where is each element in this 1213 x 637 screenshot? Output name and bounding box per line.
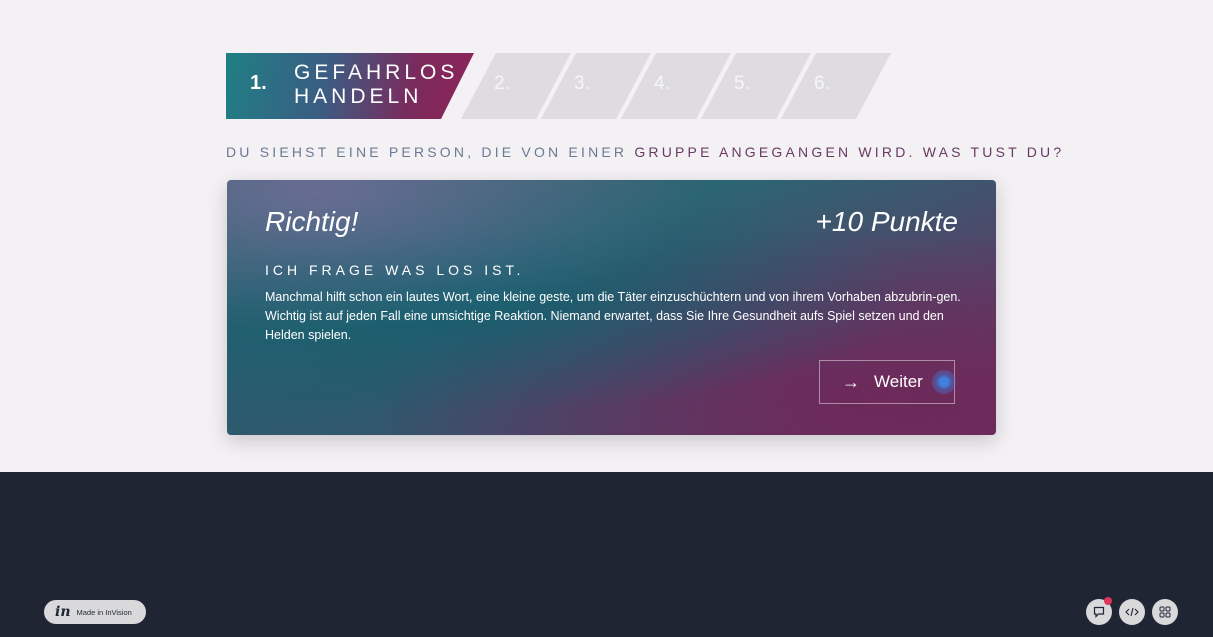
continue-label: Weiter (874, 372, 923, 391)
click-hotspot-indicator (932, 370, 956, 394)
step-1-active[interactable]: 1. GEFAHRLOS HANDELN (226, 53, 474, 119)
result-explanation: Manchmal hilft schon ein lautes Wort, ei… (265, 290, 961, 342)
chosen-answer: ICH FRAGE WAS LOS IST. (265, 262, 525, 278)
made-in-invision-badge[interactable]: in Made in InVision (44, 600, 146, 624)
notification-dot (1104, 597, 1112, 605)
question-text: DU SIEHST EINE PERSON, DIE VON EINER GRU… (226, 144, 1065, 160)
step-title: GEFAHRLOS HANDELN (294, 61, 459, 108)
footer-area (0, 472, 1213, 637)
comment-button[interactable] (1086, 597, 1112, 625)
points-badge: +10 Punkte (815, 206, 958, 237)
result-card: Richtig! +10 Punkte ICH FRAGE WAS LOS IS… (227, 180, 996, 435)
screens-grid-button[interactable] (1152, 599, 1178, 625)
continue-button[interactable]: → Weiter (819, 360, 956, 404)
arrow-right-icon: → (842, 371, 860, 392)
badge-text: Made in InVision (76, 607, 132, 617)
invision-logo-icon: in (55, 604, 71, 620)
comment-icon (1093, 606, 1105, 618)
result-verdict: Richtig! (265, 206, 359, 237)
code-button[interactable] (1119, 599, 1145, 625)
step-number: 1. (250, 72, 267, 94)
code-icon (1125, 607, 1139, 617)
grid-icon (1159, 606, 1171, 618)
step-progress-bar: 1. GEFAHRLOS HANDELN 2. 3. 4. 5. 6. (226, 53, 891, 119)
